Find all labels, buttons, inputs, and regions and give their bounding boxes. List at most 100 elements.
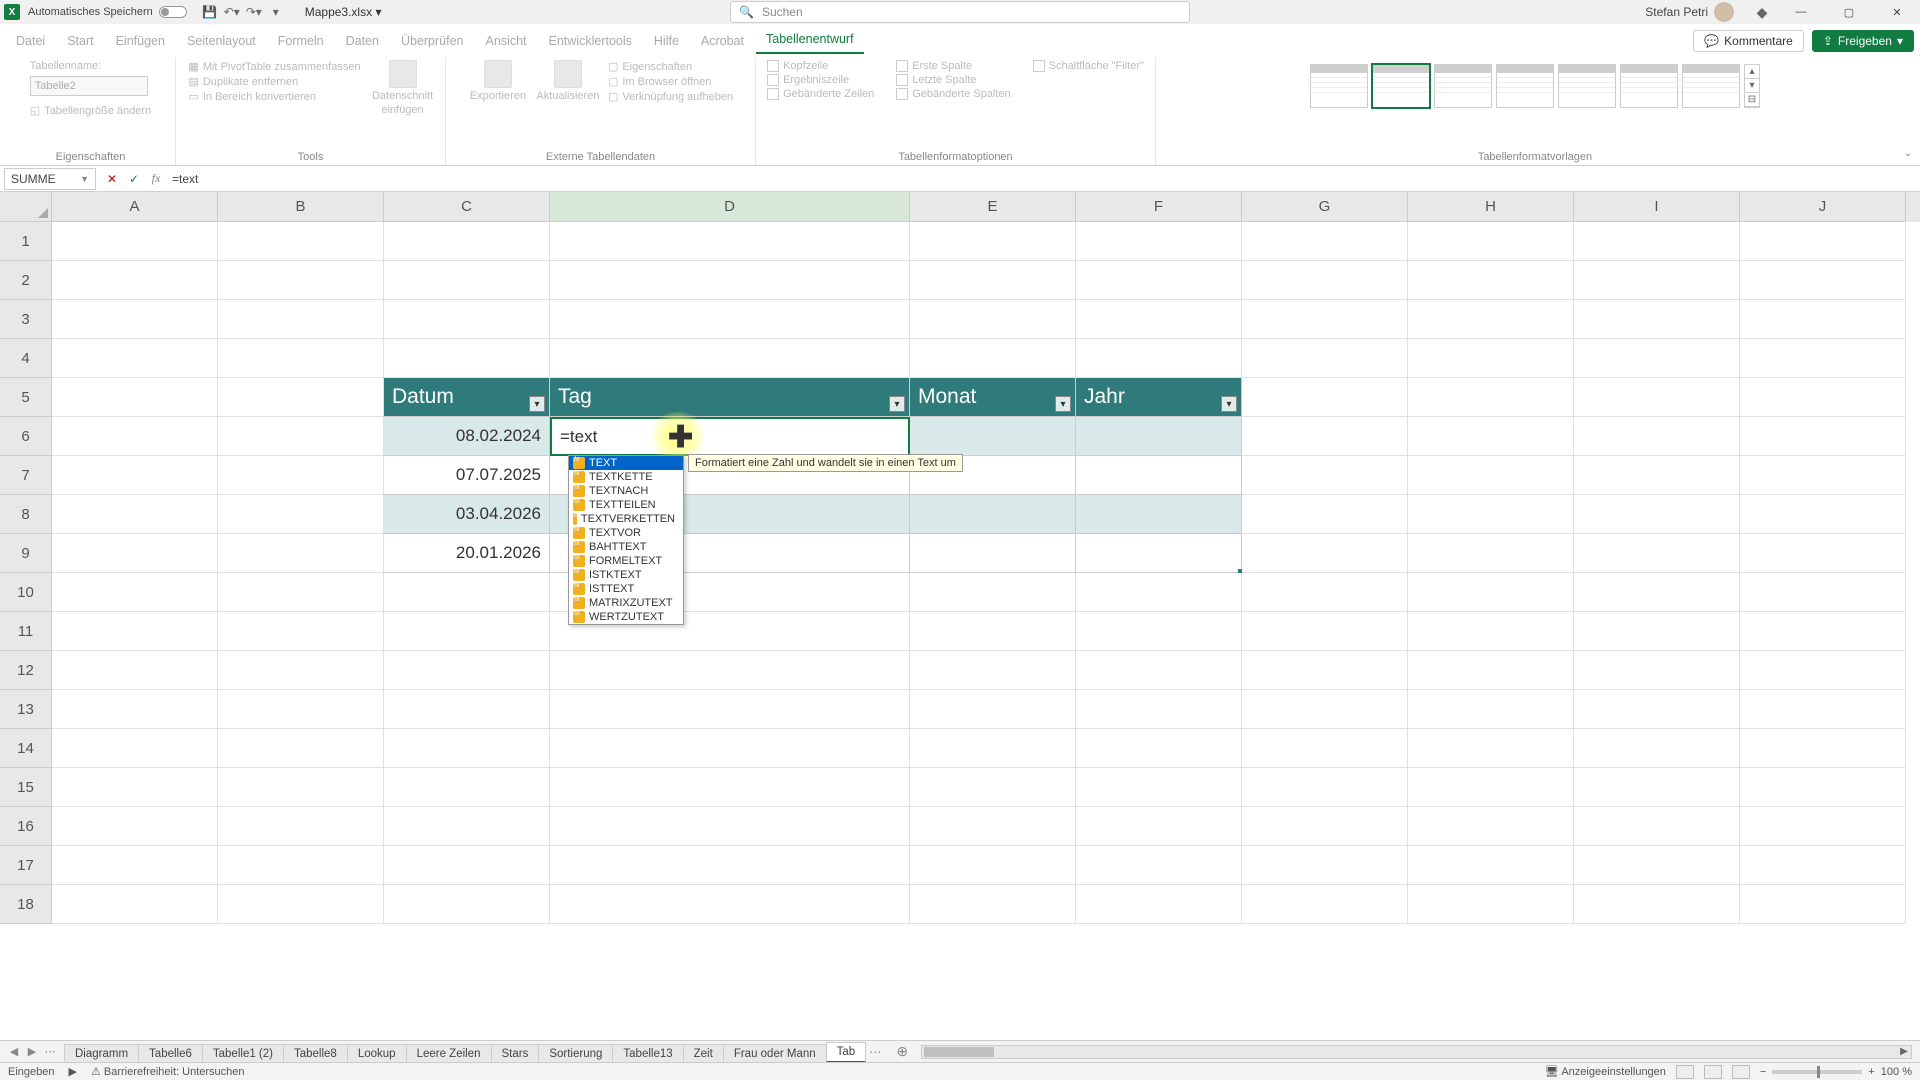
redo-icon[interactable]: ↷▾ xyxy=(245,3,263,21)
cell[interactable] xyxy=(52,378,218,417)
cell[interactable] xyxy=(1242,612,1408,651)
col-header[interactable]: H xyxy=(1408,192,1574,222)
cell[interactable] xyxy=(1076,729,1242,768)
cell[interactable] xyxy=(1076,495,1242,534)
cell[interactable] xyxy=(1574,807,1740,846)
table-properties[interactable]: ▢ Eigenschaften xyxy=(608,60,733,73)
col-header[interactable]: D xyxy=(550,192,910,222)
sheet-tab[interactable]: Zeit xyxy=(683,1044,724,1063)
cell[interactable] xyxy=(52,222,218,261)
tablename-input[interactable] xyxy=(30,76,148,96)
cell[interactable] xyxy=(52,456,218,495)
sheet-overflow-icon[interactable]: ⋯ xyxy=(865,1045,885,1059)
cell[interactable] xyxy=(910,768,1076,807)
cell[interactable] xyxy=(52,690,218,729)
save-icon[interactable]: 💾 xyxy=(201,3,219,21)
cell[interactable] xyxy=(1242,807,1408,846)
fx-icon[interactable]: fx xyxy=(146,169,166,189)
cell[interactable] xyxy=(52,534,218,573)
cell[interactable] xyxy=(52,417,218,456)
cell[interactable] xyxy=(910,300,1076,339)
row-header[interactable]: 4 xyxy=(0,339,52,378)
scroll-right-icon[interactable]: ▶ xyxy=(1897,1046,1911,1058)
tab-formulas[interactable]: Formeln xyxy=(268,28,334,54)
diamond-icon[interactable]: ◆ xyxy=(1748,0,1776,24)
zoom-in-icon[interactable]: + xyxy=(1868,1066,1874,1078)
cell[interactable] xyxy=(1076,807,1242,846)
cell[interactable] xyxy=(1574,690,1740,729)
cell[interactable] xyxy=(1574,846,1740,885)
cell[interactable] xyxy=(1242,534,1408,573)
sheet-tab[interactable]: Tabelle1 (2) xyxy=(202,1044,284,1063)
col-header[interactable]: G xyxy=(1242,192,1408,222)
cell[interactable] xyxy=(218,573,384,612)
sheet-tabs[interactable]: DiagrammTabelle6Tabelle1 (2)Tabelle8Look… xyxy=(64,1041,865,1063)
cell[interactable] xyxy=(384,768,550,807)
col-header[interactable]: F xyxy=(1076,192,1242,222)
cell[interactable] xyxy=(550,729,910,768)
cell[interactable] xyxy=(550,807,910,846)
autocomplete-item[interactable]: MATRIXZUTEXT xyxy=(569,596,683,610)
autocomplete-item[interactable]: WERTZUTEXT xyxy=(569,610,683,624)
cell[interactable] xyxy=(1408,690,1574,729)
cell[interactable] xyxy=(1574,300,1740,339)
cell[interactable] xyxy=(384,573,550,612)
filter-icon[interactable]: ▾ xyxy=(889,396,905,412)
cell[interactable]: 20.01.2026 xyxy=(384,534,550,573)
sheet-nav[interactable]: ◀ ▶ ⋯ xyxy=(0,1044,64,1060)
cell[interactable] xyxy=(1242,261,1408,300)
cell[interactable] xyxy=(1408,417,1574,456)
autocomplete-item[interactable]: TEXTVERKETTEN xyxy=(569,512,683,526)
cell[interactable] xyxy=(1242,729,1408,768)
row-header[interactable]: 11 xyxy=(0,612,52,651)
cell[interactable] xyxy=(1740,495,1906,534)
cell[interactable]: 08.02.2024 xyxy=(384,417,550,456)
cell[interactable] xyxy=(550,339,910,378)
cell[interactable] xyxy=(52,846,218,885)
cell[interactable] xyxy=(1740,261,1906,300)
cell[interactable] xyxy=(1076,456,1242,495)
cell[interactable] xyxy=(910,339,1076,378)
comments-button[interactable]: 💬Kommentare xyxy=(1693,30,1804,52)
tab-insert[interactable]: Einfügen xyxy=(106,28,175,54)
cell[interactable] xyxy=(384,261,550,300)
cell[interactable] xyxy=(910,534,1076,573)
nav-prev-icon[interactable]: ◀ xyxy=(6,1044,22,1060)
cell[interactable] xyxy=(218,300,384,339)
cell[interactable] xyxy=(1574,612,1740,651)
cell[interactable] xyxy=(1076,846,1242,885)
cell[interactable] xyxy=(1408,885,1574,924)
cell[interactable] xyxy=(218,456,384,495)
autocomplete-item[interactable]: TEXTTEILEN xyxy=(569,498,683,512)
cell[interactable] xyxy=(218,417,384,456)
row-header[interactable]: 18 xyxy=(0,885,52,924)
cell[interactable] xyxy=(52,261,218,300)
cell[interactable] xyxy=(218,378,384,417)
cell[interactable] xyxy=(1574,651,1740,690)
cell[interactable] xyxy=(910,885,1076,924)
cell[interactable] xyxy=(1408,807,1574,846)
cell[interactable] xyxy=(1242,495,1408,534)
cell[interactable]: Datum▾ xyxy=(384,378,550,417)
sheet-tab[interactable]: Sortierung xyxy=(538,1044,613,1063)
cell[interactable] xyxy=(384,846,550,885)
pivot-summarize[interactable]: ▦ Mit PivotTable zusammenfassen xyxy=(188,60,360,73)
col-header[interactable]: E xyxy=(910,192,1076,222)
undo-icon[interactable]: ↶▾ xyxy=(223,3,241,21)
cell[interactable] xyxy=(1076,690,1242,729)
opt-first-col[interactable]: Erste Spalte xyxy=(896,60,1010,72)
cell[interactable] xyxy=(1740,651,1906,690)
cell[interactable] xyxy=(1076,885,1242,924)
enter-icon[interactable]: ✓ xyxy=(124,169,144,189)
cell[interactable] xyxy=(1408,261,1574,300)
cell[interactable] xyxy=(1408,612,1574,651)
cell[interactable] xyxy=(1740,729,1906,768)
cell[interactable] xyxy=(550,768,910,807)
autocomplete-item[interactable]: FORMELTEXT xyxy=(569,554,683,568)
cell[interactable] xyxy=(218,534,384,573)
style-swatch[interactable] xyxy=(1372,64,1430,108)
cell[interactable] xyxy=(1740,807,1906,846)
refresh-button[interactable]: Aktualisieren xyxy=(538,60,598,103)
cell[interactable] xyxy=(550,222,910,261)
cell[interactable] xyxy=(218,651,384,690)
